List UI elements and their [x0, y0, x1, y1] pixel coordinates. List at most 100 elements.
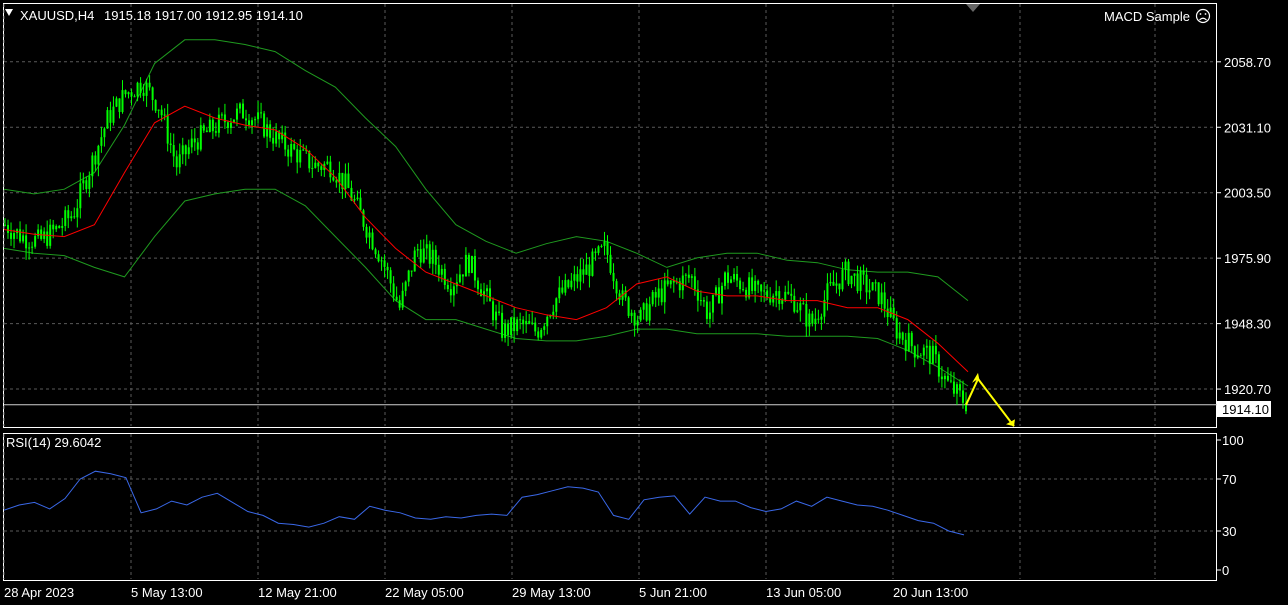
- candle-body: [648, 304, 651, 321]
- candle-body: [504, 323, 507, 338]
- candle-body: [856, 273, 859, 291]
- candle-body: [895, 318, 898, 339]
- candle-body: [82, 180, 85, 184]
- time-tick-label: 22 May 05:00: [385, 585, 464, 600]
- rsi-tick-label: 30: [1222, 524, 1236, 539]
- candle-body: [389, 270, 392, 284]
- candle-body: [913, 346, 916, 358]
- candle-body: [570, 280, 573, 288]
- candle-body: [525, 321, 528, 325]
- candle-body: [778, 291, 781, 304]
- candle-body: [196, 142, 199, 150]
- candle-body: [100, 137, 103, 146]
- candle-body: [446, 284, 449, 290]
- candle-body: [763, 290, 766, 292]
- candle-body: [739, 280, 742, 290]
- time-tick-label: 20 Jun 13:00: [893, 585, 968, 600]
- candle-body: [952, 381, 955, 394]
- candle-body: [365, 226, 368, 238]
- candle-body: [850, 275, 853, 285]
- candle-body: [558, 287, 561, 299]
- candle-body: [263, 113, 266, 137]
- time-tick-label: 5 May 13:00: [131, 585, 203, 600]
- candle-body: [916, 355, 919, 358]
- price-tick-label: 1975.90: [1224, 251, 1271, 266]
- candle-body: [299, 149, 302, 163]
- candle-body: [522, 319, 525, 325]
- price-tick-label: 2058.70: [1224, 55, 1271, 70]
- candle-body: [790, 293, 793, 296]
- candle-body: [275, 131, 278, 144]
- candle-body: [109, 110, 112, 123]
- candle-body: [407, 270, 410, 282]
- candle-body: [874, 282, 877, 284]
- candle-body: [808, 313, 811, 327]
- candle-body: [52, 224, 55, 230]
- candle-body: [820, 316, 823, 320]
- candle-body: [115, 98, 118, 107]
- price-tick-label: 1920.70: [1224, 382, 1271, 397]
- candle-body: [335, 180, 338, 183]
- candle-body: [142, 92, 145, 96]
- candle-body: [317, 162, 320, 167]
- candle-body: [859, 270, 862, 291]
- candle-body: [705, 301, 708, 319]
- candle-body: [118, 98, 121, 113]
- rsi-label: RSI(14) 29.6042: [6, 435, 101, 450]
- candle-body: [217, 114, 220, 133]
- candle-body: [172, 145, 175, 157]
- candle-body: [251, 120, 254, 126]
- candle-body: [582, 269, 585, 275]
- candle-body: [811, 313, 814, 324]
- candle-body: [817, 318, 820, 320]
- candle-body: [642, 303, 645, 310]
- candle-body: [269, 124, 272, 138]
- candle-body: [377, 254, 380, 262]
- candle-body: [467, 254, 470, 273]
- candle-body: [904, 339, 907, 352]
- candle-body: [61, 225, 64, 228]
- candle-body: [591, 251, 594, 276]
- candle-body: [190, 138, 193, 148]
- candle-body: [892, 307, 895, 319]
- candle-body: [46, 231, 49, 246]
- candle-body: [55, 226, 58, 230]
- candle-body: [717, 287, 720, 304]
- candle-body: [302, 149, 305, 151]
- candle-body: [452, 286, 455, 296]
- candle-body: [498, 311, 501, 313]
- candle-body: [428, 244, 431, 264]
- candle-body: [193, 138, 196, 143]
- candle-body: [163, 114, 166, 116]
- candle-body: [205, 130, 208, 133]
- candle-body: [865, 274, 868, 293]
- time-tick-label: 13 Jun 05:00: [766, 585, 841, 600]
- candle-body: [760, 284, 763, 292]
- candle-body: [597, 246, 600, 253]
- candle-body: [37, 229, 40, 237]
- candle-body: [612, 272, 615, 282]
- candle-body: [238, 103, 241, 109]
- candle-body: [702, 300, 705, 302]
- candle-body: [241, 103, 244, 119]
- candle-body: [567, 280, 570, 288]
- candle-body: [368, 232, 371, 238]
- candle-body: [356, 197, 359, 199]
- chart-canvas[interactable]: 1920.70 1948.30 1975.90 2003.50 2031.10 2058.…: [0, 0, 1288, 605]
- expert-name[interactable]: MACD Sample: [1104, 9, 1190, 24]
- candle-body: [546, 316, 549, 327]
- candle-body: [922, 347, 925, 356]
- candle-body: [413, 250, 416, 272]
- candle-body: [211, 119, 214, 132]
- candle-body: [687, 274, 690, 278]
- candle-body: [615, 281, 618, 294]
- candle-body: [440, 268, 443, 275]
- candle-body: [461, 274, 464, 277]
- price-tick-label: 1948.30: [1224, 317, 1271, 332]
- current-price-label: 1914.10: [1222, 402, 1269, 417]
- candle-body: [320, 166, 323, 170]
- candle-body: [235, 108, 238, 120]
- time-tick-label: 29 May 13:00: [512, 585, 591, 600]
- candle-body: [537, 331, 540, 338]
- candle-body: [772, 295, 775, 303]
